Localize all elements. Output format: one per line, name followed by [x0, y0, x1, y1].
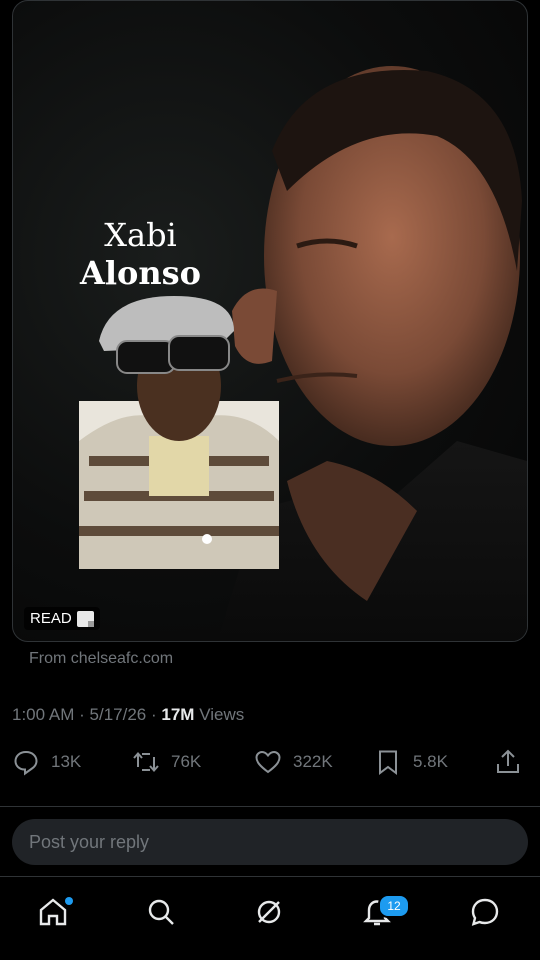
- reply-placeholder: Post your reply: [29, 831, 150, 852]
- home-unread-dot: [65, 897, 73, 905]
- post-media[interactable]: Xabi Alonso READ: [12, 0, 528, 642]
- views-count: 17M: [161, 705, 195, 724]
- share-icon: [497, 749, 519, 773]
- nav-grok[interactable]: [252, 895, 292, 935]
- separator: ·: [150, 705, 157, 724]
- link-source[interactable]: From chelseafc.com: [29, 650, 173, 668]
- like-count: 322K: [293, 752, 333, 771]
- reply-input[interactable]: Post your reply: [12, 819, 528, 865]
- nav-home[interactable]: [36, 895, 76, 935]
- views-label: Views: [199, 705, 245, 724]
- read-badge[interactable]: READ: [24, 607, 100, 630]
- separator: ·: [79, 705, 85, 724]
- bottom-navigation: 12: [0, 876, 540, 960]
- like-button[interactable]: 322K: [254, 745, 333, 779]
- page-icon: [76, 610, 94, 627]
- repost-count: 76K: [171, 752, 202, 771]
- bookmark-button[interactable]: 5.8K: [374, 745, 448, 779]
- nav-notifications[interactable]: 12: [360, 894, 410, 935]
- headline-first-name: Xabi: [104, 216, 177, 254]
- headline-last-name: Alonso: [80, 254, 201, 293]
- post-actions: 13K 76K 322K 5.8K: [12, 745, 528, 779]
- post-metadata: 1:00 AM · 5/17/26 · 17M Views: [12, 705, 244, 725]
- reply-icon: [14, 750, 38, 776]
- heart-icon: [255, 750, 281, 774]
- grok-icon: [257, 900, 281, 924]
- nav-search[interactable]: [144, 895, 184, 935]
- search-icon: [148, 899, 174, 925]
- divider: [0, 806, 540, 807]
- post-date: 5/17/26: [89, 705, 147, 724]
- share-button[interactable]: [494, 745, 522, 779]
- repost-icon: [133, 751, 159, 773]
- reply-button[interactable]: 13K: [12, 745, 81, 779]
- notifications-badge: 12: [378, 894, 410, 918]
- headline: Xabi Alonso: [63, 216, 218, 293]
- bookmark-count: 5.8K: [413, 752, 448, 771]
- reply-count: 13K: [51, 752, 82, 771]
- chat-icon: [471, 898, 499, 926]
- bookmark-icon: [379, 750, 397, 775]
- read-label: READ: [30, 610, 72, 627]
- post-time: 1:00 AM: [12, 705, 75, 724]
- overlay-selfie-photo: [79, 296, 279, 569]
- repost-button[interactable]: 76K: [132, 745, 201, 779]
- nav-messages[interactable]: [468, 895, 508, 935]
